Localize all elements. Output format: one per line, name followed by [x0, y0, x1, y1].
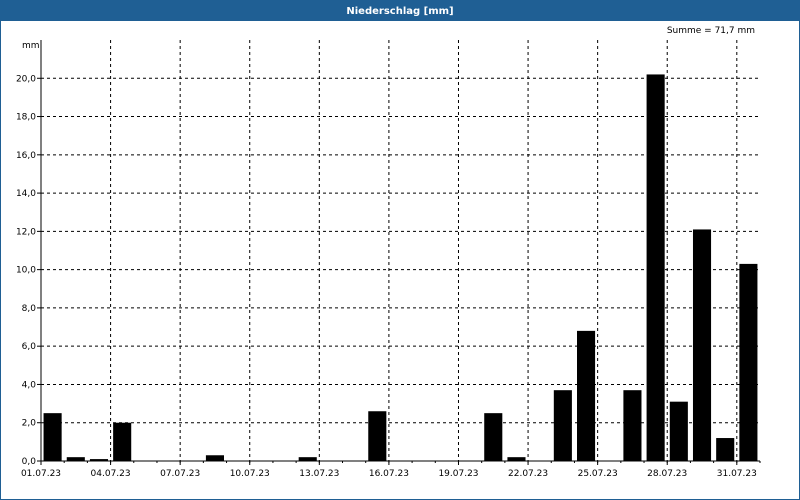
- y-tick-label: 8,0: [22, 304, 37, 314]
- bar-26.07.23: [623, 390, 642, 461]
- bar-30.07.23: [716, 438, 735, 461]
- y-tick-label: 16,0: [16, 151, 36, 161]
- x-tick-label: 16.07.23: [369, 469, 409, 479]
- x-tick-label: 10.07.23: [230, 469, 270, 479]
- x-tick-label: 22.07.23: [508, 469, 548, 479]
- y-axis-unit-label: mm: [22, 41, 40, 51]
- y-tick-label: 6,0: [22, 342, 37, 352]
- x-tick-label: 01.07.23: [21, 469, 61, 479]
- y-tick-label: 18,0: [16, 113, 36, 123]
- bar-01.07.23: [43, 413, 62, 461]
- bar-15.07.23: [368, 411, 387, 461]
- y-tick-label: 4,0: [22, 380, 37, 390]
- precipitation-chart: mm 0,0 2,0 4,0 6,0 8,0 10,0 12,0 14,0 16,0 18,0 20…: [16, 40, 761, 479]
- bar-27.07.23: [646, 74, 665, 461]
- bar-29.07.23: [692, 229, 712, 461]
- bar-23.07.23: [553, 390, 572, 461]
- x-tick-label: 25.07.23: [578, 469, 618, 479]
- bar-02.07.23: [66, 457, 85, 461]
- x-tick-label: 13.07.23: [299, 469, 339, 479]
- y-tick-label: 14,0: [16, 189, 36, 199]
- x-tick-label: 19.07.23: [438, 469, 478, 479]
- bar-31.07.23: [739, 263, 758, 461]
- y-tick-label: 0,0: [22, 457, 37, 467]
- bar-04.07.23: [113, 422, 132, 461]
- bar-20.07.23: [484, 413, 503, 461]
- y-tick-label: 10,0: [16, 266, 36, 276]
- x-tick-label: 28.07.23: [647, 469, 687, 479]
- x-tick-label: 07.07.23: [160, 469, 200, 479]
- bar-28.07.23: [669, 401, 688, 461]
- x-tick-label: 31.07.23: [717, 469, 757, 479]
- bar-24.07.23: [577, 330, 596, 461]
- bar-08.07.23: [205, 455, 224, 461]
- x-tick-label: 04.07.23: [91, 469, 131, 479]
- y-tick-label: 20,0: [16, 74, 36, 84]
- y-tick-label: 12,0: [16, 227, 36, 237]
- bar-12.07.23: [298, 457, 317, 461]
- bar-21.07.23: [507, 457, 526, 461]
- y-tick-label: 2,0: [22, 419, 37, 429]
